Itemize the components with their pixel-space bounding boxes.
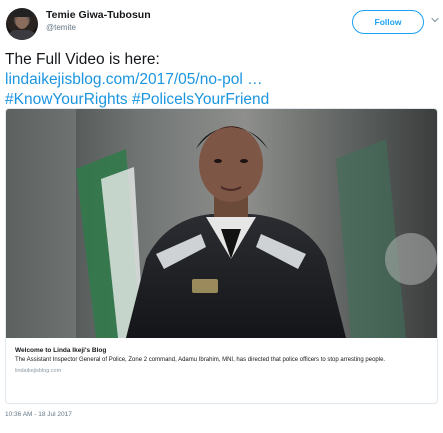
tweet-line-2: lindaikejisblog.com/2017/05/no-pol … — [5, 70, 441, 90]
tweet-line-3: #KnowYourRights #PolicelsYourFriend — [5, 90, 441, 110]
tweet-link-ellipsis[interactable]: … — [243, 71, 263, 88]
card-body[interactable]: Welcome to Linda Ikeji's Blog The Assist… — [6, 338, 437, 403]
avatar[interactable] — [6, 8, 38, 40]
hashtag-knowyourrights[interactable]: #KnowYourRights — [5, 91, 128, 108]
card-domain[interactable]: lindaikejisblog.com — [15, 367, 430, 375]
avatar-face-shape — [16, 15, 28, 29]
tweet-text: The Full Video is here: lindaikejisblog.… — [5, 50, 441, 110]
card-image[interactable] — [6, 109, 438, 338]
author-handle[interactable]: @temite — [46, 23, 76, 32]
card-description: The Assistant Inspector General of Polic… — [15, 357, 386, 363]
card-title[interactable]: Welcome to Linda Ikeji's Blog — [15, 346, 430, 355]
follow-button[interactable]: Follow — [352, 10, 424, 34]
avatar-shirt-shape — [8, 30, 36, 40]
tweet-header: Temie Giwa-Tubosun @temite Follow — [0, 0, 443, 46]
author-name[interactable]: Temie Giwa-Tubosun — [46, 9, 151, 21]
hashtag-policeisyourfriend[interactable]: #PolicelsYourFriend — [132, 91, 269, 108]
link-card[interactable]: Welcome to Linda Ikeji's Blog The Assist… — [5, 108, 438, 404]
tweet-link[interactable]: lindaikejisblog.com/2017/05/no-pol — [5, 71, 243, 88]
avatar-cap-shape — [11, 9, 33, 17]
tweet-line-1: The Full Video is here: — [5, 51, 160, 68]
chevron-down-icon[interactable] — [430, 15, 440, 25]
tweet-timestamp[interactable]: 10:36 AM - 18 Jul 2017 — [5, 411, 72, 418]
